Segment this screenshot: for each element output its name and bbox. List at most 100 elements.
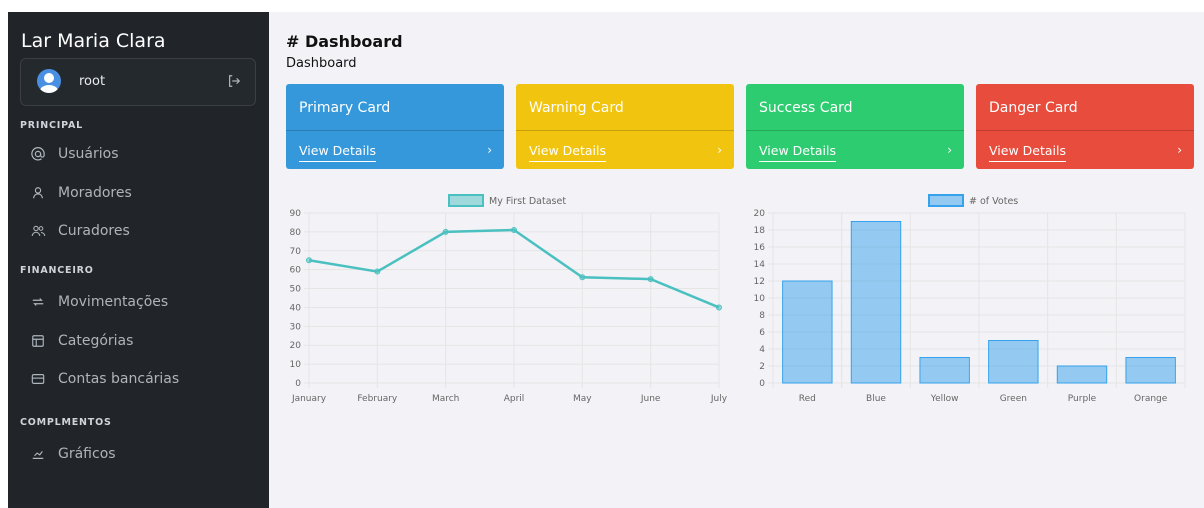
sidebar: Lar Maria Clara root PRINCIPAL Usuários … <box>8 12 269 508</box>
bar <box>850 221 902 384</box>
warning-card: Warning Card View Details › <box>516 84 734 169</box>
y-tick-label: 0 <box>295 379 301 389</box>
y-tick-label: 90 <box>290 209 302 219</box>
data-point <box>306 257 312 264</box>
bar <box>1125 357 1176 384</box>
sidebar-item-label: Gráficos <box>58 446 116 462</box>
y-tick-label: 60 <box>290 266 302 276</box>
sidebar-item-curadores[interactable]: Curadores <box>20 217 260 245</box>
section-label-complementos: COMPLMENTOS <box>20 417 112 428</box>
user-name: root <box>79 74 106 89</box>
bar-chart: # of Votes 0 2 4 6 8 10 12 14 16 18 20 Red Blue Yellow… <box>754 194 1186 404</box>
y-tick-label: 10 <box>290 360 302 370</box>
data-point <box>442 228 449 235</box>
bar <box>919 357 970 384</box>
y-tick-label: 30 <box>290 322 302 332</box>
x-tick-label: Yellow <box>930 394 959 404</box>
y-tick-label: 6 <box>759 328 765 338</box>
main-content: # Dashboard Dashboard Primary Card View … <box>269 12 1204 508</box>
section-label-principal: PRINCIPAL <box>20 120 83 131</box>
page-title: # Dashboard <box>286 32 403 51</box>
legend-label: My First Dataset <box>489 196 566 207</box>
user-box: root <box>20 58 256 106</box>
y-tick-label: 70 <box>290 247 302 257</box>
chevron-right-icon[interactable]: › <box>487 143 492 157</box>
table-icon <box>30 333 46 349</box>
user-avatar-icon <box>40 73 58 93</box>
y-tick-label: 40 <box>290 303 302 313</box>
x-tick-label: Green <box>1000 394 1027 404</box>
bar <box>988 340 1039 384</box>
chart-icon <box>30 446 46 462</box>
card-footer: View Details › <box>286 130 504 169</box>
bar <box>782 280 833 384</box>
y-tick-label: 16 <box>754 243 766 253</box>
x-tick-label: January <box>291 394 327 404</box>
y-tick-label: 18 <box>754 226 766 236</box>
sidebar-item-label: Moradores <box>58 185 132 201</box>
arrows-icon <box>30 294 46 310</box>
y-tick-label: 10 <box>754 294 766 304</box>
line-chart: My First Dataset 0 10 20 30 40 50 60 70 80 90 Janua… <box>290 194 728 404</box>
x-tick-label: Orange <box>1134 394 1168 404</box>
sidebar-item-label: Usuários <box>58 146 119 162</box>
chevron-right-icon[interactable]: › <box>717 143 722 157</box>
data-point <box>716 304 722 311</box>
sidebar-item-movimentacoes[interactable]: Movimentações <box>20 288 260 316</box>
x-tick-label: July <box>710 394 728 404</box>
view-details-link[interactable]: View Details <box>759 143 836 162</box>
y-tick-label: 2 <box>759 362 765 372</box>
avatar[interactable] <box>37 69 61 93</box>
sidebar-item-label: Movimentações <box>58 294 169 310</box>
y-tick-label: 20 <box>290 341 302 351</box>
sidebar-item-categorias[interactable]: Categórias <box>20 327 260 355</box>
sidebar-item-moradores[interactable]: Moradores <box>20 179 260 207</box>
y-tick-label: 0 <box>759 379 765 389</box>
card-footer: View Details › <box>746 130 964 169</box>
data-point <box>511 227 517 233</box>
logout-icon[interactable] <box>227 74 241 88</box>
x-tick-label: Red <box>799 394 816 404</box>
card-title: Danger Card <box>989 100 1078 116</box>
data-point <box>374 268 381 275</box>
sidebar-item-label: Curadores <box>58 223 130 239</box>
breadcrumb: Dashboard <box>286 56 357 71</box>
card-footer: View Details › <box>976 130 1194 169</box>
x-tick-label: April <box>504 394 525 404</box>
y-tick-label: 8 <box>759 311 765 321</box>
sidebar-item-contas-bancarias[interactable]: Contas bancárias <box>20 365 260 393</box>
credit-card-icon <box>30 371 46 387</box>
y-tick-label: 12 <box>754 277 765 287</box>
view-details-link[interactable]: View Details <box>529 143 606 162</box>
view-details-link[interactable]: View Details <box>299 143 376 162</box>
y-tick-label: 50 <box>290 285 302 295</box>
x-tick-label: Purple <box>1068 394 1097 404</box>
x-tick-label: February <box>357 394 398 404</box>
success-card: Success Card View Details › <box>746 84 964 169</box>
card-footer: View Details › <box>516 130 734 169</box>
y-tick-label: 80 <box>290 228 302 238</box>
sidebar-item-graficos[interactable]: Gráficos <box>20 440 260 468</box>
sidebar-item-usuarios[interactable]: Usuários <box>20 140 260 168</box>
view-details-link[interactable]: View Details <box>989 143 1066 162</box>
legend: # of Votes <box>928 194 1018 207</box>
bar <box>1056 365 1108 384</box>
section-label-financeiro: FINANCEIRO <box>20 265 94 276</box>
user-icon <box>30 185 46 201</box>
y-tick-label: 4 <box>759 345 765 355</box>
card-title: Primary Card <box>299 100 391 116</box>
legend-swatch <box>928 194 964 207</box>
x-tick-label: May <box>573 394 592 404</box>
legend-swatch <box>448 194 484 207</box>
legend: My First Dataset <box>448 194 566 207</box>
data-point <box>647 276 654 283</box>
primary-card: Primary Card View Details › <box>286 84 504 169</box>
x-tick-label: Blue <box>866 394 886 404</box>
card-title: Warning Card <box>529 100 624 116</box>
users-icon <box>30 223 46 239</box>
chevron-right-icon[interactable]: › <box>947 143 952 157</box>
y-tick-label: 20 <box>754 209 766 219</box>
data-point <box>579 274 586 281</box>
card-title: Success Card <box>759 100 853 116</box>
chevron-right-icon[interactable]: › <box>1177 143 1182 157</box>
